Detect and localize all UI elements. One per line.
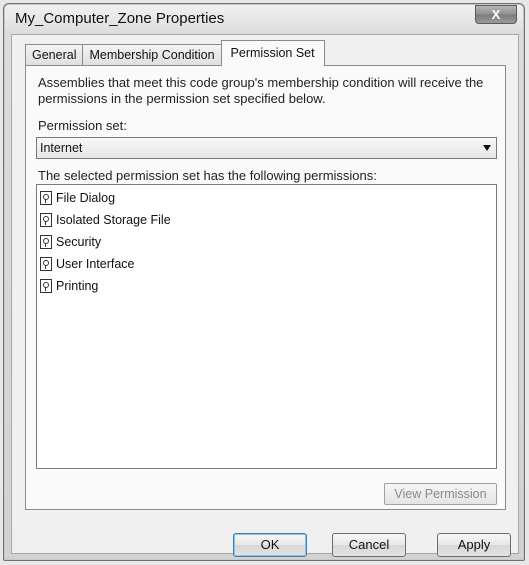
view-permission-button[interactable]: View Permission xyxy=(384,483,497,505)
permissions-label: The selected permission set has the foll… xyxy=(38,168,377,183)
description-text: Assemblies that meet this code group's m… xyxy=(38,75,484,106)
list-item-label: File Dialog xyxy=(56,191,116,205)
tab-strip: General Membership Condition Permission … xyxy=(25,40,325,66)
properties-dialog: My_Computer_Zone Properties X General Me… xyxy=(3,3,525,561)
tab-general[interactable]: General xyxy=(25,44,84,66)
list-item-label: Printing xyxy=(56,279,99,293)
permission-set-label: Permission set: xyxy=(38,118,127,133)
window-title: My_Computer_Zone Properties xyxy=(15,10,225,27)
list-item[interactable]: Printing xyxy=(40,277,98,295)
permission-icon xyxy=(40,279,52,293)
list-item-label: User Interface xyxy=(56,257,135,271)
cancel-button[interactable]: Cancel xyxy=(332,533,406,557)
permissions-list[interactable]: File Dialog Isolated Storage File Securi… xyxy=(36,184,497,469)
permission-set-panel: Assemblies that meet this code group's m… xyxy=(25,65,506,510)
dialog-client-area: General Membership Condition Permission … xyxy=(11,34,519,557)
list-item[interactable]: Isolated Storage File xyxy=(40,211,171,229)
apply-button[interactable]: Apply xyxy=(437,533,511,557)
tab-membership-condition[interactable]: Membership Condition xyxy=(82,44,222,66)
title-bar[interactable]: My_Computer_Zone Properties X xyxy=(4,4,524,34)
ok-button[interactable]: OK xyxy=(233,533,307,557)
tab-permission-set[interactable]: Permission Set xyxy=(220,40,325,66)
chevron-down-icon xyxy=(483,145,491,151)
permission-icon xyxy=(40,191,52,205)
permission-icon xyxy=(40,213,52,227)
list-item-label: Isolated Storage File xyxy=(56,213,171,227)
list-item[interactable]: File Dialog xyxy=(40,189,115,207)
permission-icon xyxy=(40,257,52,271)
close-button[interactable]: X xyxy=(475,5,517,24)
permission-set-value: Internet xyxy=(40,141,83,155)
list-item[interactable]: User Interface xyxy=(40,255,135,273)
list-item[interactable]: Security xyxy=(40,233,101,251)
permission-set-dropdown[interactable]: Internet xyxy=(36,137,497,159)
permission-icon xyxy=(40,235,52,249)
list-item-label: Security xyxy=(56,235,102,249)
close-icon: X xyxy=(491,7,501,22)
